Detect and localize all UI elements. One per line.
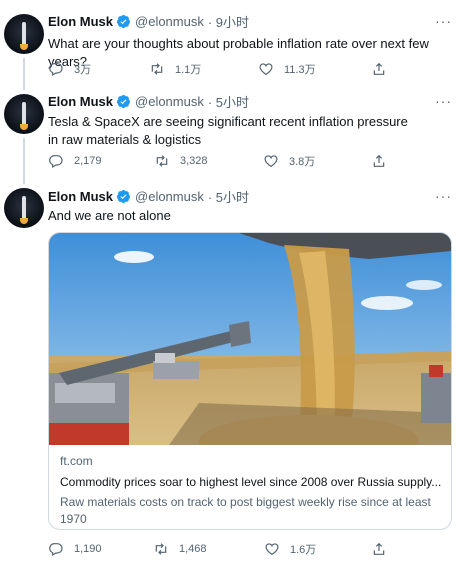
author-handle[interactable]: @elonmusk [135,94,204,109]
reply-button[interactable]: 2,179 [48,152,102,170]
verified-badge-icon [116,189,131,203]
card-image[interactable] [49,233,451,445]
retweet-button[interactable]: 1.1万 [149,60,201,78]
more-icon[interactable]: ··· [435,188,452,204]
heart-icon [259,63,273,76]
verified-badge-icon [116,94,131,108]
tweet-text: Tesla & SpaceX are seeing significant re… [48,114,408,147]
like-button[interactable]: 11.3万 [258,60,316,78]
retweet-button[interactable]: 1,468 [153,540,207,558]
share-icon [373,154,385,167]
author-name[interactable]: Elon Musk [48,14,113,29]
verified-badge-icon [116,14,131,28]
reply-icon [49,63,63,77]
share-button[interactable] [371,152,397,170]
author-name[interactable]: Elon Musk [48,189,113,204]
tweet-header: Elon Musk @elonmusk · 9小时 [48,12,249,30]
reply-icon [49,543,63,557]
reply-count: 2,179 [74,155,102,167]
like-count: 11.3万 [284,64,316,76]
tweet-time[interactable]: · 9小时 [208,12,249,31]
card-title[interactable]: Commodity prices soar to highest level s… [60,474,445,491]
share-icon [373,62,385,75]
retweet-icon [155,543,167,555]
like-count: 3.8万 [289,156,316,168]
retweet-icon [151,63,163,75]
like-count: 1.6万 [290,544,317,556]
card-description: Raw materials costs on track to post big… [60,495,431,526]
share-icon [373,542,385,555]
tweet-time[interactable]: · 5小时 [208,92,249,111]
avatar[interactable] [4,188,44,228]
like-button[interactable]: 3.8万 [263,152,315,170]
retweet-count: 3,328 [180,155,208,167]
tweet-header: Elon Musk @elonmusk · 5小时 [48,187,249,205]
tweet-time[interactable]: · 5小时 [208,187,249,206]
reply-icon [49,155,63,169]
reply-button[interactable]: 1,190 [48,540,102,558]
author-name[interactable]: Elon Musk [48,94,113,109]
card-body: ft.com Commodity prices soar to highest … [60,453,445,528]
card-domain: ft.com [60,454,93,468]
tweet-actions: 1,190 1,468 1.6万 [48,540,398,558]
retweet-count: 1.1万 [175,64,202,76]
author-handle[interactable]: @elonmusk [135,14,204,29]
like-button[interactable]: 1.6万 [264,540,316,558]
heart-icon [265,543,279,556]
avatar[interactable] [4,94,44,134]
share-button[interactable] [371,540,397,558]
retweet-icon [156,155,168,167]
retweet-button[interactable]: 3,328 [154,152,208,170]
more-icon[interactable]: ··· [435,13,452,29]
tweet-actions: 2,179 3,328 3.8万 [48,152,398,170]
thread-line [23,58,25,90]
heart-icon [264,155,278,168]
author-handle[interactable]: @elonmusk [135,189,204,204]
reply-count: 3万 [74,64,92,76]
link-card[interactable]: ft.com Commodity prices soar to highest … [48,232,452,530]
reply-count: 1,190 [74,543,102,555]
more-icon[interactable]: ··· [435,93,452,109]
retweet-count: 1,468 [179,543,207,555]
tweet-actions: 3万 1.1万 11.3万 [48,60,398,78]
tweet-header: Elon Musk @elonmusk · 5小时 [48,92,249,110]
avatar[interactable] [4,14,44,54]
tweet-text: And we are not alone [48,208,171,223]
thread-line [23,138,25,184]
reply-button[interactable]: 3万 [48,60,91,78]
share-button[interactable] [371,60,397,78]
